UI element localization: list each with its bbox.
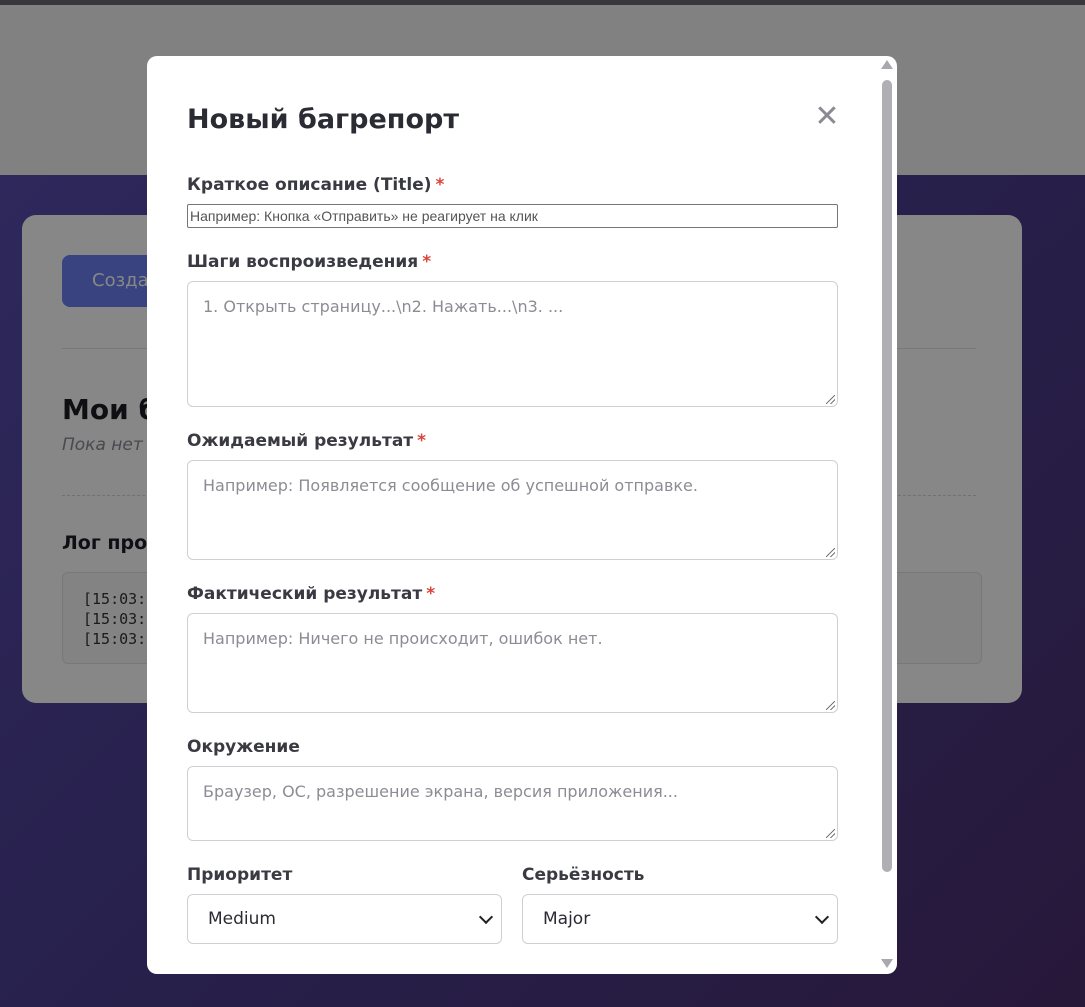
actual-label-text: Фактический результат: [187, 584, 423, 604]
chevron-down-icon: [814, 909, 830, 925]
actual-textarea[interactable]: Например: Ничего не происходит, ошибок н…: [187, 613, 838, 713]
actual-label: Фактический результат *: [187, 584, 435, 604]
resize-handle[interactable]: [826, 829, 835, 838]
required-mark: *: [426, 584, 436, 604]
actual-placeholder: Например: Ничего не происходит, ошибок н…: [203, 629, 603, 648]
severity-value: Major: [543, 909, 591, 929]
steps-placeholder: 1. Открыть страницу...\n2. Нажать...\n3.…: [203, 297, 564, 316]
steps-label: Шаги воспроизведения *: [187, 252, 431, 272]
severity-label: Серьёзность: [522, 865, 644, 885]
required-mark: *: [417, 431, 427, 451]
scroll-up-arrow-icon[interactable]: [881, 60, 893, 69]
severity-label-text: Серьёзность: [522, 865, 645, 885]
resize-handle[interactable]: [826, 701, 835, 710]
required-mark: *: [422, 252, 432, 272]
resize-handle[interactable]: [826, 395, 835, 404]
modal-scrollbar[interactable]: [878, 56, 896, 974]
modal-title: Новый багрепорт: [187, 104, 459, 135]
priority-label-text: Приоритет: [187, 865, 293, 885]
scroll-down-arrow-icon[interactable]: [881, 959, 893, 968]
chevron-down-icon: [478, 909, 494, 925]
priority-select[interactable]: Medium: [187, 894, 502, 944]
expected-textarea[interactable]: Например: Появляется сообщение об успешн…: [187, 460, 838, 560]
environment-label-text: Окружение: [187, 737, 300, 757]
bug-report-modal: Новый багрепорт ✕ Краткое описание (Titl…: [147, 56, 897, 974]
environment-textarea[interactable]: Браузер, ОС, разрешение экрана, версия п…: [187, 766, 838, 841]
resize-handle[interactable]: [826, 548, 835, 557]
title-label: Краткое описание (Title) *: [187, 175, 444, 195]
close-icon[interactable]: ✕: [812, 102, 842, 132]
scroll-thumb[interactable]: [882, 80, 892, 872]
expected-placeholder: Например: Появляется сообщение об успешн…: [203, 476, 698, 495]
title-label-text: Краткое описание (Title): [187, 175, 432, 195]
required-mark: *: [435, 175, 445, 195]
environment-placeholder: Браузер, ОС, разрешение экрана, версия п…: [203, 782, 678, 801]
expected-label-text: Ожидаемый результат: [187, 431, 414, 451]
priority-label: Приоритет: [187, 865, 292, 885]
environment-label: Окружение: [187, 737, 300, 757]
steps-textarea[interactable]: 1. Открыть страницу...\n2. Нажать...\n3.…: [187, 281, 838, 407]
priority-value: Medium: [208, 909, 276, 929]
title-input[interactable]: Например: Кнопка «Отправить» не реагируе…: [187, 204, 838, 228]
steps-label-text: Шаги воспроизведения: [187, 252, 419, 272]
severity-select[interactable]: Major: [522, 894, 838, 944]
expected-label: Ожидаемый результат *: [187, 431, 426, 451]
